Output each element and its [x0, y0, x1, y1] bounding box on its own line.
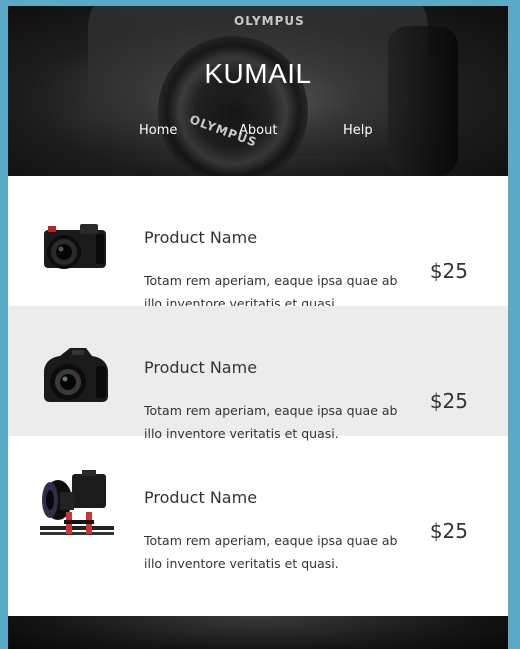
mirrorless-camera-icon [44, 224, 106, 269]
video-camera-rig-icon [40, 470, 114, 535]
hero-camera-grip [388, 26, 458, 176]
page-frame: OLYMPUS OLYMPUS KUMAIL Home About Help P… [8, 6, 508, 649]
product-item[interactable]: Product Name Totam rem aperiam, eaque ip… [8, 436, 508, 571]
product-item[interactable]: Product Name Totam rem aperiam, eaque ip… [8, 176, 508, 311]
product-price: $25 [429, 389, 468, 413]
nav-home-link[interactable]: Home [139, 123, 177, 138]
product-name: Product Name [144, 228, 258, 247]
main-nav: Home About Help [8, 123, 508, 143]
hero-banner: OLYMPUS OLYMPUS KUMAIL Home About Help [8, 6, 508, 176]
nav-about-link[interactable]: About [239, 123, 277, 138]
product-price: $25 [429, 519, 468, 543]
hero-brand-text: OLYMPUS [234, 14, 305, 28]
product-name: Product Name [144, 358, 258, 377]
product-list: Product Name Totam rem aperiam, eaque ip… [8, 176, 508, 571]
nav-help-link[interactable]: Help [343, 123, 373, 138]
footer-banner [8, 616, 508, 649]
site-title: KUMAIL [204, 58, 312, 89]
bridge-camera-icon [44, 348, 108, 402]
product-item[interactable]: Product Name Totam rem aperiam, eaque ip… [8, 306, 508, 441]
product-name: Product Name [144, 488, 258, 507]
hero-camera-lens [158, 36, 308, 176]
product-description: Totam rem aperiam, eaque ipsa quae ab il… [144, 533, 398, 571]
product-price: $25 [429, 259, 468, 283]
